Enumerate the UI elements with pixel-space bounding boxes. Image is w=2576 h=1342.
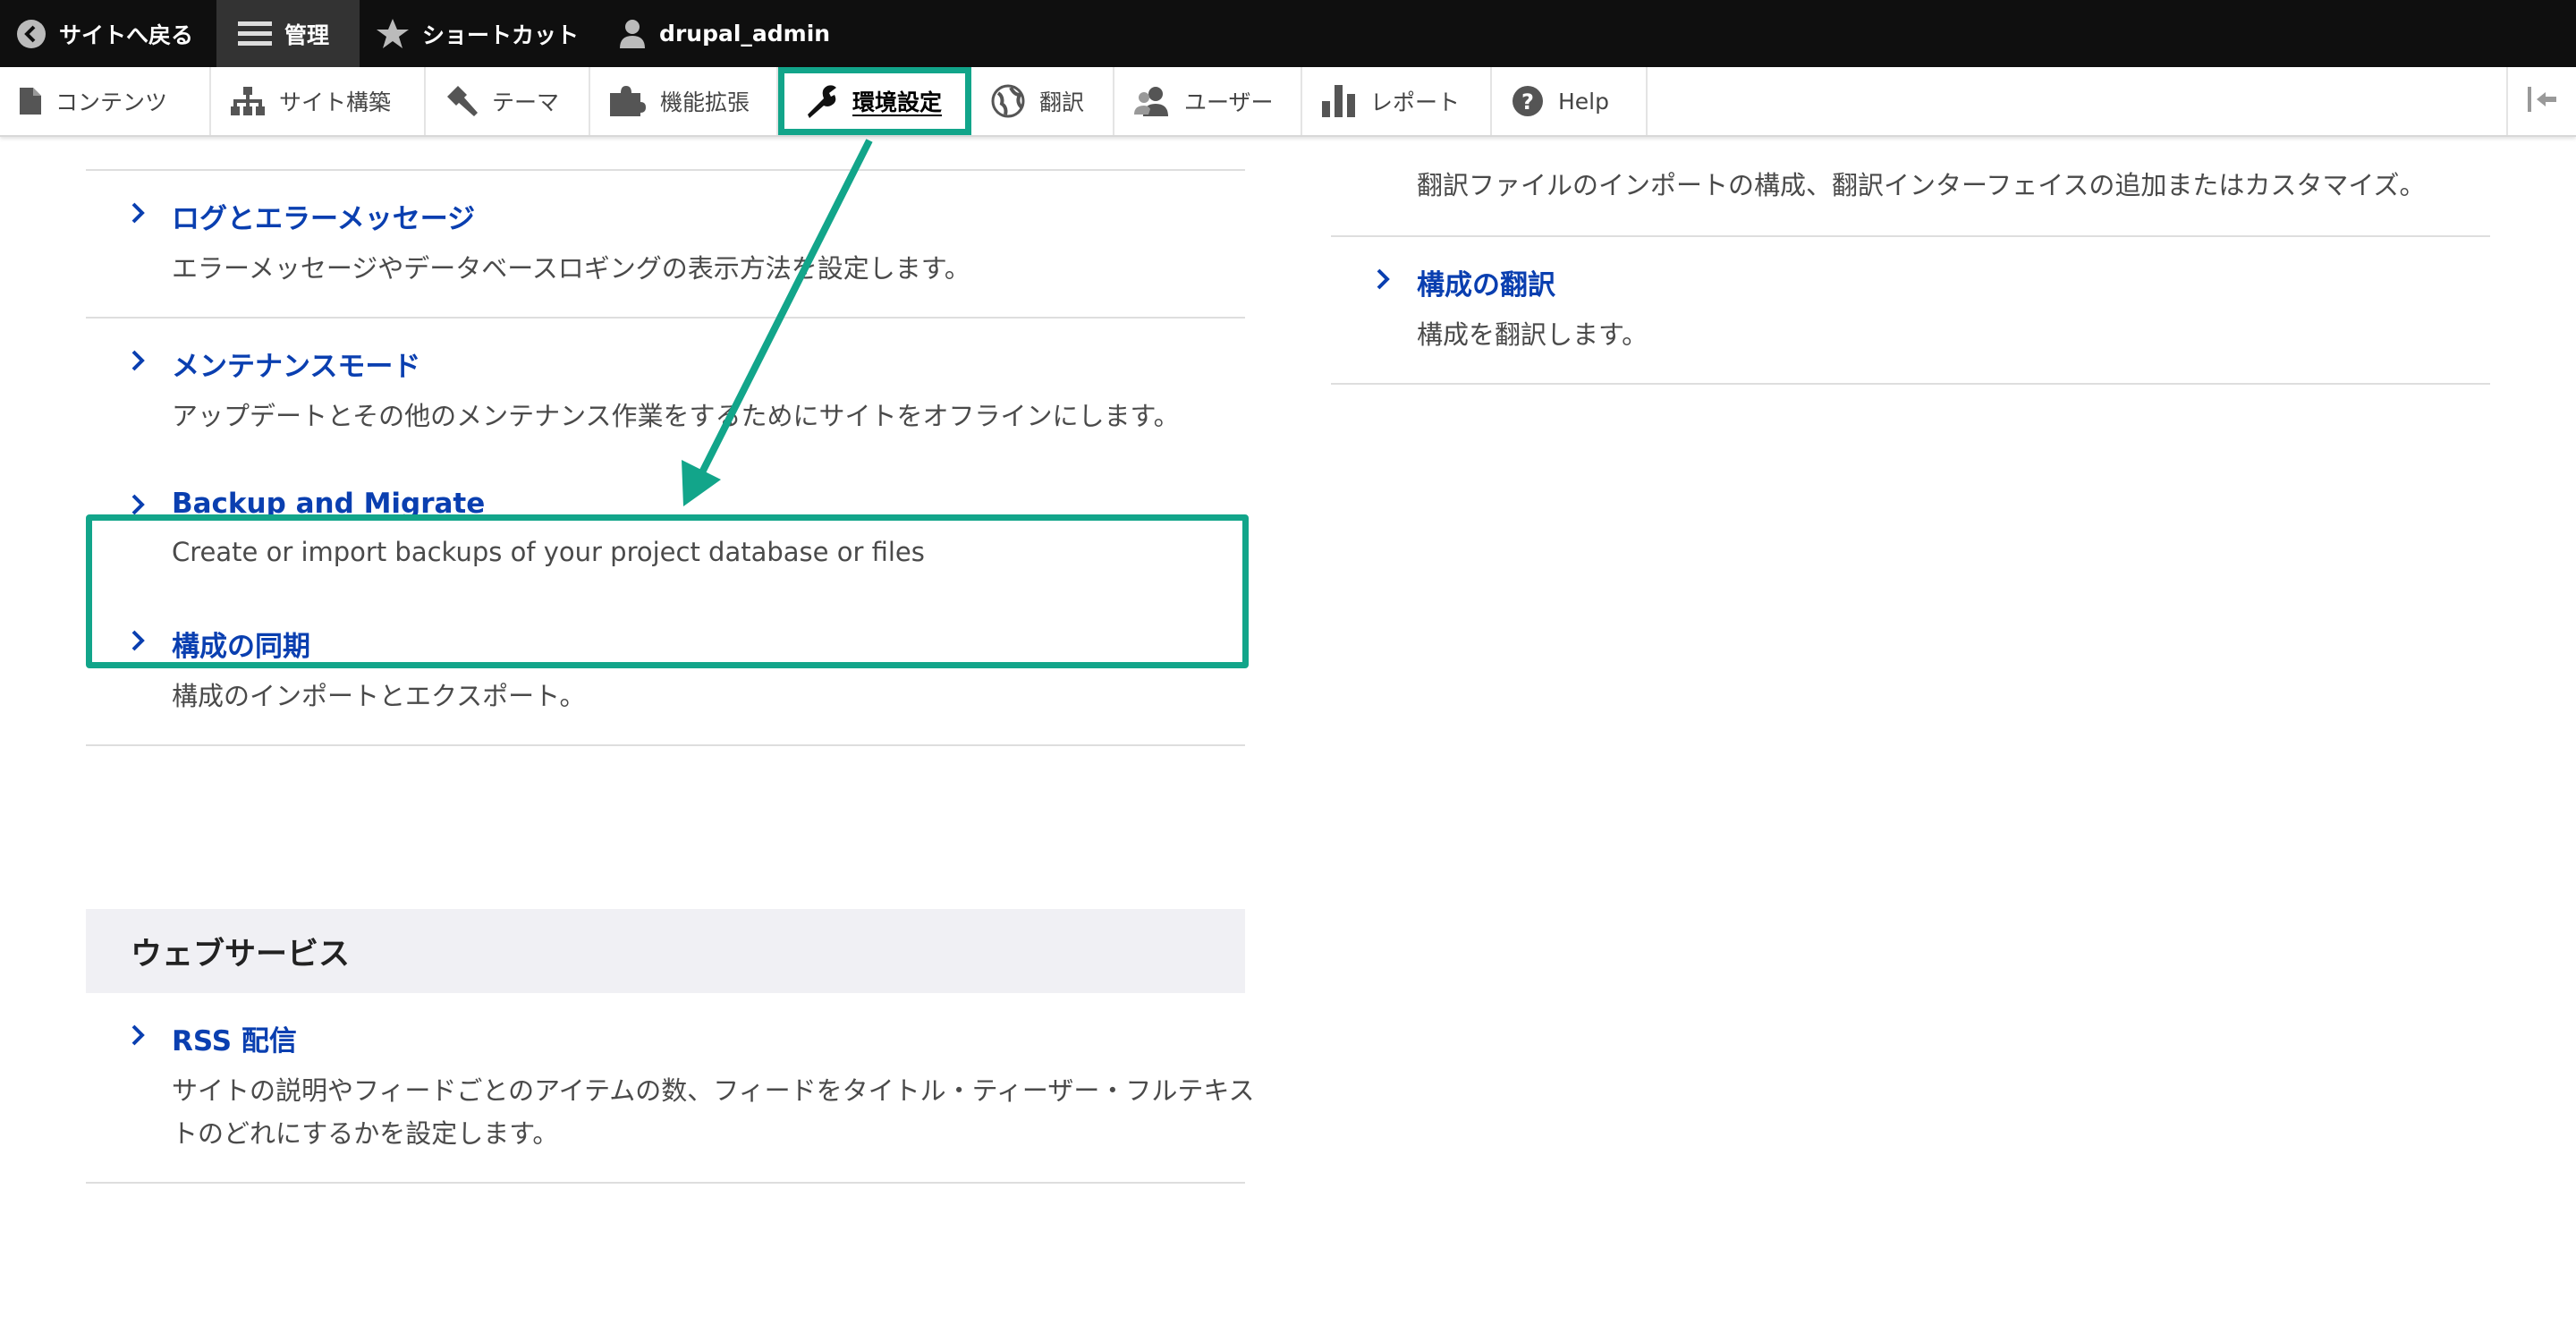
annotation-arrow <box>682 139 873 506</box>
